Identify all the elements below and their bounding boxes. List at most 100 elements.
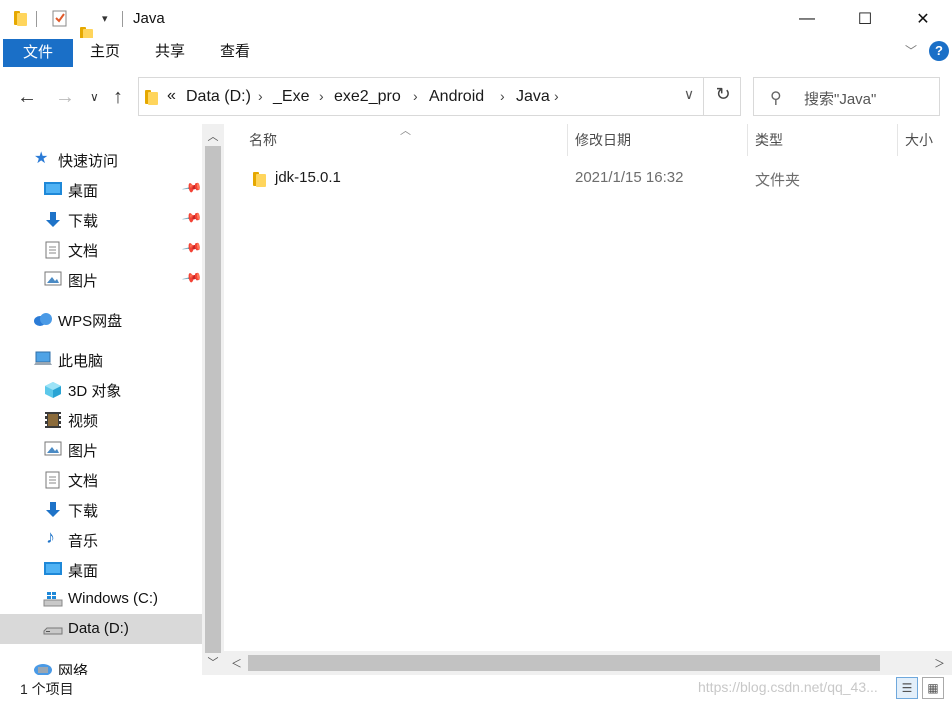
network-icon bbox=[33, 661, 52, 675]
title-separator bbox=[122, 11, 123, 27]
cloud-icon bbox=[33, 311, 52, 327]
breadcrumb-exe[interactable]: _Exe bbox=[273, 88, 309, 106]
picture-icon bbox=[44, 271, 62, 287]
sidebar-item-data-drive[interactable]: Data (D:) bbox=[0, 614, 202, 644]
sidebar-item-music[interactable]: ♪ 音乐 bbox=[0, 524, 202, 554]
scroll-right-arrow-icon[interactable]: ＞ bbox=[934, 655, 945, 671]
breadcrumb-chevron-icon[interactable]: › bbox=[258, 88, 263, 104]
search-input[interactable]: 搜索"Java" bbox=[804, 88, 876, 109]
column-header-type[interactable]: 类型 bbox=[755, 124, 783, 156]
folder-icon bbox=[253, 171, 267, 187]
tab-home[interactable]: 主页 bbox=[80, 38, 130, 66]
column-divider[interactable] bbox=[747, 124, 748, 156]
help-button[interactable]: ? bbox=[929, 41, 949, 61]
sidebar-item-desktop-pinned[interactable]: 桌面 📌 bbox=[0, 174, 202, 204]
folder-icon bbox=[145, 89, 159, 105]
table-row[interactable]: jdk-15.0.1 2021/1/15 16:32 文件夹 bbox=[224, 164, 952, 194]
sidebar-item-wps-cloud[interactable]: WPS网盘 bbox=[0, 304, 202, 334]
scroll-left-arrow-icon[interactable]: ＜ bbox=[231, 655, 242, 671]
pin-icon[interactable]: 📌 bbox=[181, 177, 202, 199]
tab-view[interactable]: 查看 bbox=[210, 38, 260, 66]
address-divider bbox=[703, 78, 704, 115]
sidebar-item-desktop[interactable]: 桌面 bbox=[0, 554, 202, 584]
sidebar-item-label: 图片 bbox=[68, 443, 99, 460]
breadcrumb-overflow[interactable]: « bbox=[167, 87, 176, 105]
maximize-button[interactable]: ☐ bbox=[836, 0, 894, 38]
desktop-icon bbox=[44, 561, 62, 577]
star-icon: ★ bbox=[34, 150, 49, 167]
recent-locations-dropdown[interactable]: ∨ bbox=[90, 90, 99, 104]
up-button[interactable]: ↑ bbox=[113, 86, 123, 109]
minimize-button[interactable]: — bbox=[778, 0, 836, 38]
search-box[interactable]: ⚲ 搜索"Java" bbox=[753, 77, 940, 116]
forward-button[interactable]: → bbox=[55, 86, 75, 109]
sidebar-item-documents-pinned[interactable]: 文档 📌 bbox=[0, 234, 202, 264]
scrollbar-thumb[interactable] bbox=[205, 146, 221, 653]
scrollbar-thumb[interactable] bbox=[248, 655, 880, 671]
tab-share[interactable]: 共享 bbox=[145, 38, 195, 66]
sidebar-item-this-pc[interactable]: 此电脑 bbox=[0, 344, 202, 374]
cube-icon bbox=[44, 381, 62, 398]
column-divider[interactable] bbox=[897, 124, 898, 156]
sidebar-item-label: 桌面 bbox=[68, 563, 99, 580]
sidebar-scrollbar[interactable]: ︿ ﹀ bbox=[202, 124, 224, 675]
drive-icon bbox=[43, 621, 63, 637]
quick-access-dropdown-icon[interactable]: ▾ bbox=[102, 12, 108, 25]
large-icons-view-button[interactable]: ▦ bbox=[922, 677, 944, 699]
document-icon bbox=[45, 241, 63, 259]
address-bar[interactable]: « Data (D:) › _Exe › exe2_pro › Android … bbox=[138, 77, 741, 116]
filelist-horizontal-scrollbar[interactable]: ＜ ＞ bbox=[224, 651, 952, 675]
sidebar-item-3d-objects[interactable]: 3D 对象 bbox=[0, 374, 202, 404]
search-icon: ⚲ bbox=[770, 90, 782, 107]
file-name[interactable]: jdk-15.0.1 bbox=[275, 169, 341, 186]
refresh-button[interactable]: ↻ bbox=[709, 84, 737, 108]
breadcrumb-chevron-icon[interactable]: › bbox=[554, 88, 559, 104]
column-header-size[interactable]: 大小 bbox=[905, 124, 933, 156]
close-button[interactable]: ✕ bbox=[894, 0, 952, 38]
breadcrumb-chevron-icon[interactable]: › bbox=[413, 88, 418, 104]
breadcrumb-android[interactable]: Android bbox=[429, 88, 484, 106]
scroll-up-arrow-icon[interactable]: ︿ bbox=[202, 128, 224, 144]
windows-drive-icon bbox=[43, 591, 63, 607]
column-header-name[interactable]: 名称 bbox=[249, 124, 277, 156]
title-separator bbox=[36, 11, 37, 27]
breadcrumb-data-drive[interactable]: Data (D:) bbox=[186, 88, 251, 106]
expand-ribbon-icon[interactable]: ﹀ bbox=[905, 42, 917, 59]
sidebar-item-quick-access[interactable]: ★ 快速访问 bbox=[0, 144, 202, 174]
breadcrumb-exe2-pro[interactable]: exe2_pro bbox=[334, 88, 401, 106]
sidebar-item-pictures[interactable]: 图片 bbox=[0, 434, 202, 464]
breadcrumb-chevron-icon[interactable]: › bbox=[500, 88, 505, 104]
sidebar-item-label: 桌面 bbox=[68, 183, 99, 200]
sidebar-item-downloads[interactable]: 下载 bbox=[0, 494, 202, 524]
back-button[interactable]: ← bbox=[17, 86, 37, 109]
item-count: 1 个项目 bbox=[20, 681, 74, 697]
column-divider[interactable] bbox=[567, 124, 568, 156]
sidebar-item-videos[interactable]: 视频 bbox=[0, 404, 202, 434]
sidebar-item-documents[interactable]: 文档 bbox=[0, 464, 202, 494]
tab-file[interactable]: 文件 bbox=[3, 39, 73, 67]
properties-icon[interactable] bbox=[52, 9, 68, 27]
ribbon-tabs: 文件 主页 共享 查看 ﹀ ? bbox=[0, 38, 952, 70]
details-view-button[interactable]: ☰ bbox=[896, 677, 918, 699]
pin-icon[interactable]: 📌 bbox=[181, 237, 202, 259]
sidebar-item-windows-drive[interactable]: Windows (C:) bbox=[0, 584, 202, 614]
sidebar-item-label: 此电脑 bbox=[58, 353, 104, 370]
breadcrumb-java[interactable]: Java bbox=[516, 88, 550, 106]
sidebar-item-label: 音乐 bbox=[68, 533, 99, 550]
navigation-bar: ← → ∨ ↑ « Data (D:) › _Exe › exe2_pro › … bbox=[0, 70, 952, 124]
sidebar-item-label: 下载 bbox=[68, 503, 99, 520]
pin-icon[interactable]: 📌 bbox=[181, 207, 202, 229]
scroll-down-arrow-icon[interactable]: ﹀ bbox=[202, 654, 224, 670]
title-bar: ▾ Java — ☐ ✕ bbox=[0, 0, 952, 42]
address-history-dropdown[interactable]: ∨ bbox=[674, 86, 704, 108]
column-header-modified[interactable]: 修改日期 bbox=[575, 124, 631, 156]
sidebar-item-label: 视频 bbox=[68, 413, 99, 430]
sidebar-item-label: 3D 对象 bbox=[68, 383, 122, 400]
sidebar-item-label: WPS网盘 bbox=[58, 313, 123, 330]
pin-icon[interactable]: 📌 bbox=[181, 267, 202, 289]
sidebar-item-network[interactable]: 网络 bbox=[0, 654, 202, 675]
watermark-text: https://blog.csdn.net/qq_43... bbox=[698, 679, 878, 695]
sidebar-item-downloads-pinned[interactable]: 下载 📌 bbox=[0, 204, 202, 234]
sidebar-item-pictures-pinned[interactable]: 图片 📌 bbox=[0, 264, 202, 294]
breadcrumb-chevron-icon[interactable]: › bbox=[319, 88, 324, 104]
